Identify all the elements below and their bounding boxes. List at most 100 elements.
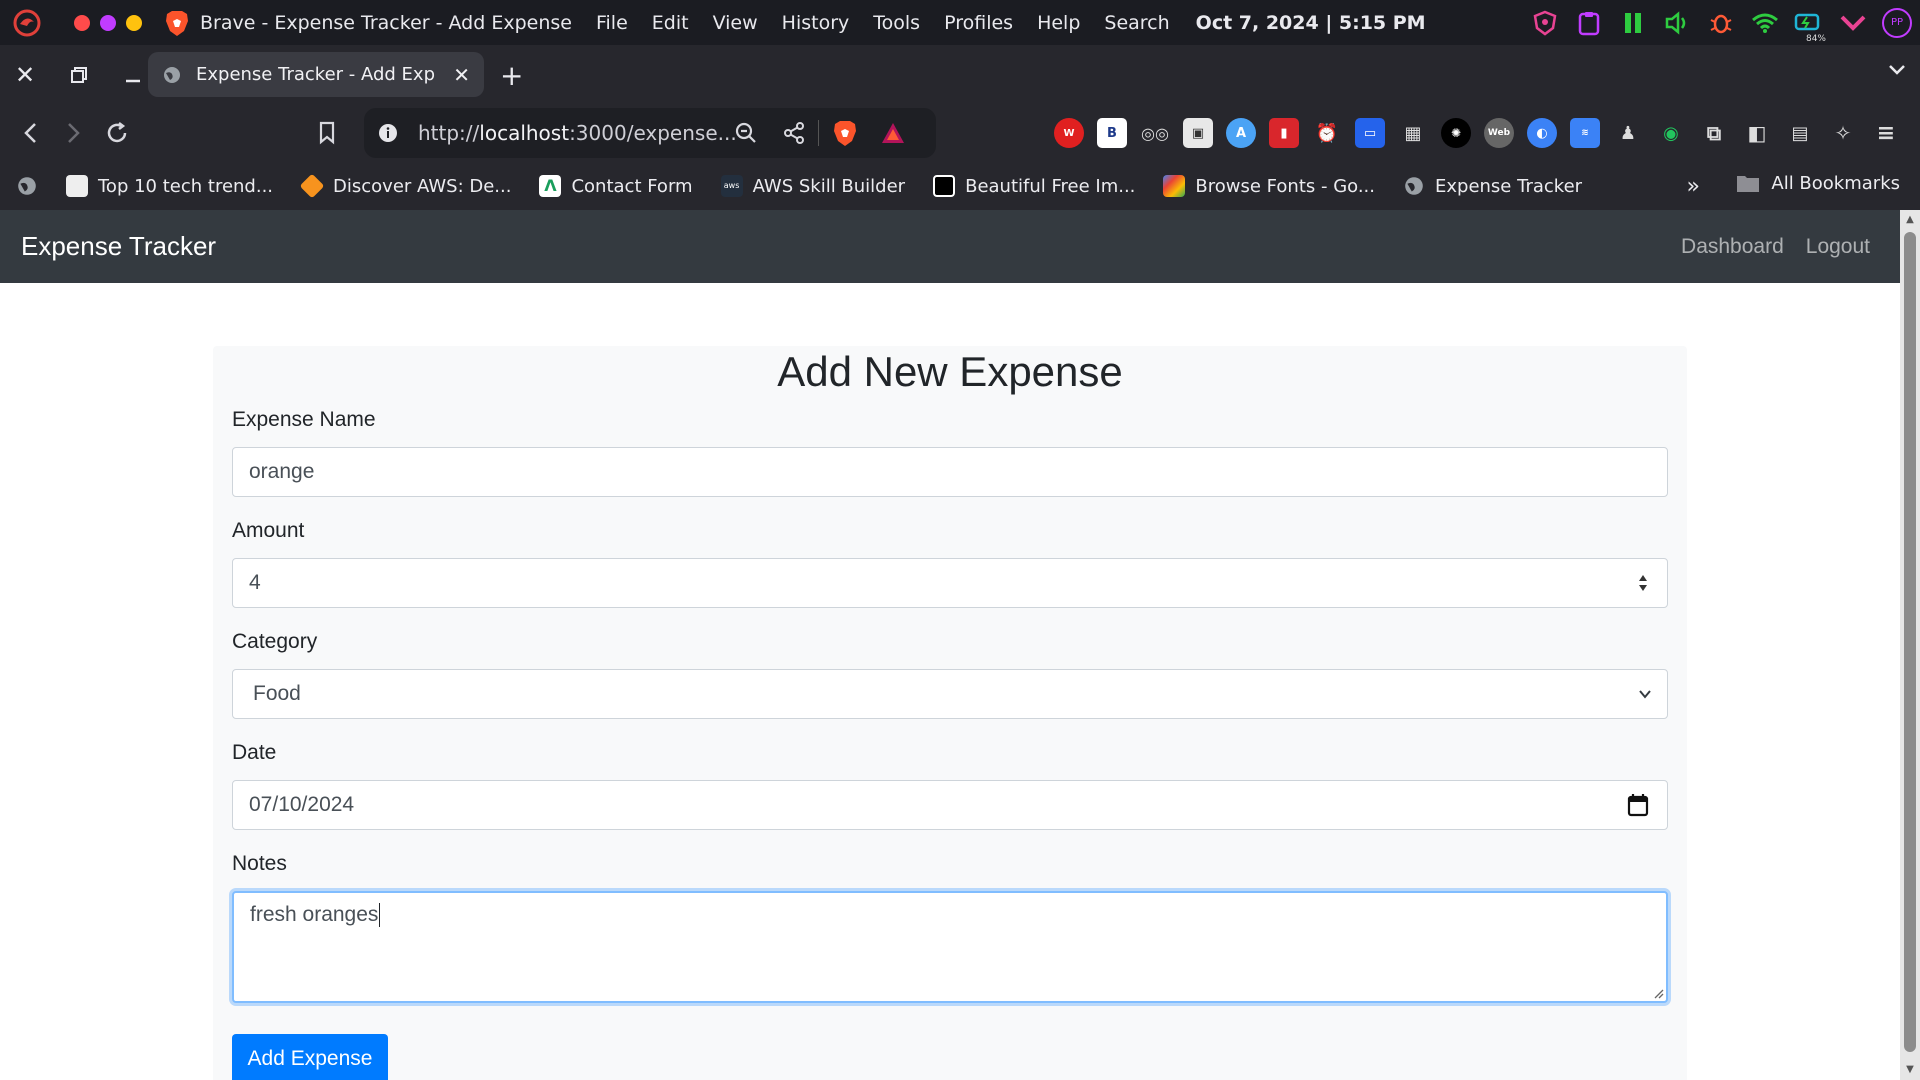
restore-window-icon[interactable] — [60, 56, 98, 94]
menu-file[interactable]: File — [596, 12, 628, 34]
pause-icon[interactable] — [1618, 8, 1648, 38]
briefcase-ext-icon[interactable]: ▣ — [1183, 118, 1213, 148]
browser-toolbar: http://localhost:3000/expense... W B ◎◎ … — [0, 104, 1920, 162]
openai-ext-icon[interactable]: ✺ — [1441, 118, 1471, 148]
amount-input[interactable]: 4 — [232, 558, 1668, 608]
grid-ext-icon[interactable]: ▦ — [1398, 118, 1428, 148]
number-spinner-icon[interactable] — [1637, 571, 1649, 595]
date-input[interactable]: 07/10/2024 — [232, 780, 1668, 830]
expense-name-label: Expense Name — [232, 408, 376, 431]
url-rest: :3000/expense... — [569, 121, 737, 145]
expense-name-value: orange — [249, 460, 315, 483]
scroll-up-icon[interactable]: ▲ — [1904, 214, 1916, 226]
forward-icon[interactable] — [56, 116, 90, 150]
shield-icon[interactable] — [1530, 8, 1560, 38]
sidebar-toggle-icon[interactable]: ◧ — [1742, 118, 1772, 148]
reload-icon[interactable] — [100, 116, 134, 150]
bookmark-label: Browse Fonts - Go... — [1195, 175, 1375, 197]
bookmark-item-4[interactable]: Beautiful Free Im... — [933, 175, 1135, 197]
menu-profiles[interactable]: Profiles — [944, 12, 1013, 34]
notes-value: fresh oranges — [250, 903, 379, 926]
share-icon[interactable] — [782, 121, 806, 145]
add-expense-button[interactable]: Add Expense — [232, 1034, 388, 1080]
alarm-ext-icon[interactable]: ⏰ — [1312, 118, 1342, 148]
info-icon[interactable] — [378, 123, 398, 143]
menu-tools[interactable]: Tools — [873, 12, 920, 34]
bookmarks-overflow-icon[interactable]: » — [1687, 174, 1700, 199]
bitly-ext-icon[interactable]: B — [1097, 118, 1127, 148]
expense-name-input[interactable]: orange — [232, 447, 1668, 497]
leo-ai-icon[interactable]: ✧ — [1828, 118, 1858, 148]
bookmark-item-0[interactable]: Top 10 tech trend... — [66, 175, 273, 197]
address-bar[interactable]: http://localhost:3000/expense... — [364, 108, 936, 158]
bookmark-item-2[interactable]: Λ Contact Form — [539, 175, 693, 197]
web-ext-icon[interactable]: Web — [1484, 118, 1514, 148]
window-ext-icon[interactable]: ▭ — [1355, 118, 1385, 148]
clipboard-icon[interactable] — [1574, 8, 1604, 38]
window-maximize-dot[interactable] — [126, 14, 142, 31]
scroll-down-icon[interactable]: ▼ — [1904, 1064, 1916, 1076]
person-ext-icon[interactable]: ♟ — [1613, 118, 1643, 148]
notes-textarea[interactable]: fresh oranges — [232, 891, 1668, 1003]
bookmark-item-1[interactable]: Discover AWS: De... — [299, 173, 511, 199]
color-wheel-ext-icon[interactable]: ◐ — [1527, 118, 1557, 148]
chevron-down-icon — [1639, 690, 1651, 699]
wallet-icon[interactable]: ▤ — [1785, 118, 1815, 148]
tab-close-icon[interactable]: ✕ — [453, 63, 470, 87]
extensions-puzzle-icon[interactable]: ⧉ — [1699, 118, 1729, 148]
garuda-logo-icon[interactable] — [10, 6, 44, 40]
chevron-check-icon[interactable] — [1838, 8, 1868, 38]
wappalyzer-blue-ext-icon[interactable]: ≋ — [1570, 118, 1600, 148]
menu-view[interactable]: View — [713, 12, 758, 34]
clock[interactable]: Oct 7, 2024 | 5:15 PM — [1196, 12, 1426, 34]
bookmark-globe-root[interactable] — [16, 175, 38, 197]
wifi-icon[interactable] — [1750, 8, 1780, 38]
resize-handle-icon[interactable] — [1652, 987, 1664, 999]
close-window-icon[interactable]: ✕ — [6, 56, 44, 94]
tab-expense-tracker[interactable]: Expense Tracker - Add Expense ✕ — [148, 52, 484, 97]
category-group: Category Food — [232, 630, 1668, 719]
scrollbar-thumb[interactable] — [1904, 232, 1916, 1052]
minimize-window-icon[interactable] — [114, 56, 152, 94]
battery-icon[interactable]: 84% — [1794, 8, 1826, 44]
all-bookmarks-button[interactable]: All Bookmarks — [1735, 172, 1900, 194]
bookmark-item-3[interactable]: aws AWS Skill Builder — [720, 175, 905, 197]
new-tab-icon[interactable]: + — [500, 59, 523, 92]
bug-icon[interactable] — [1706, 8, 1736, 38]
bookmark-item-6[interactable]: Expense Tracker — [1403, 175, 1582, 197]
form-icon: Λ — [539, 175, 562, 197]
tab-list-chevron-icon[interactable] — [1888, 61, 1906, 80]
bookmark-item-5[interactable]: Browse Fonts - Go... — [1163, 175, 1375, 197]
app-brand[interactable]: Expense Tracker — [21, 231, 216, 262]
nav-dashboard-link[interactable]: Dashboard — [1681, 235, 1784, 259]
doc-icon — [66, 175, 88, 197]
menu-hamburger-icon[interactable]: ≡ — [1871, 118, 1901, 148]
menu-help[interactable]: Help — [1037, 12, 1080, 34]
page-scrollbar[interactable]: ▲ ▼ — [1900, 210, 1920, 1080]
zoom-icon[interactable] — [734, 121, 758, 145]
spy-glasses-ext-icon[interactable]: ◎◎ — [1140, 118, 1170, 148]
bookmark-red-ext-icon[interactable]: ▮ — [1269, 118, 1299, 148]
back-icon[interactable] — [14, 116, 48, 150]
volume-icon[interactable] — [1662, 8, 1692, 38]
category-select[interactable]: Food — [232, 669, 1668, 719]
profile-avatar[interactable]: PP — [1882, 7, 1912, 38]
wappalyzer-ext-icon[interactable]: W — [1054, 118, 1084, 148]
amount-value: 4 — [249, 571, 261, 594]
window-close-dot[interactable] — [74, 14, 90, 31]
nav-logout-link[interactable]: Logout — [1806, 235, 1870, 259]
date-value: 07/10/2024 — [249, 793, 355, 816]
menu-history[interactable]: History — [782, 12, 850, 34]
brave-rewards-icon[interactable] — [880, 121, 906, 145]
aws-cube-icon — [299, 173, 325, 199]
battery-percent: 84% — [1805, 33, 1826, 44]
menu-edit[interactable]: Edit — [652, 12, 689, 34]
bookmark-icon[interactable] — [310, 116, 344, 150]
window-minimize-dot[interactable] — [100, 14, 116, 31]
brave-shields-icon[interactable] — [832, 119, 858, 147]
menu-search[interactable]: Search — [1104, 12, 1169, 34]
bookmark-label: Contact Form — [571, 175, 693, 197]
translate-ext-icon[interactable]: A — [1226, 118, 1256, 148]
calendar-icon[interactable] — [1627, 793, 1649, 817]
eye-ext-icon[interactable]: ◉ — [1656, 118, 1686, 148]
